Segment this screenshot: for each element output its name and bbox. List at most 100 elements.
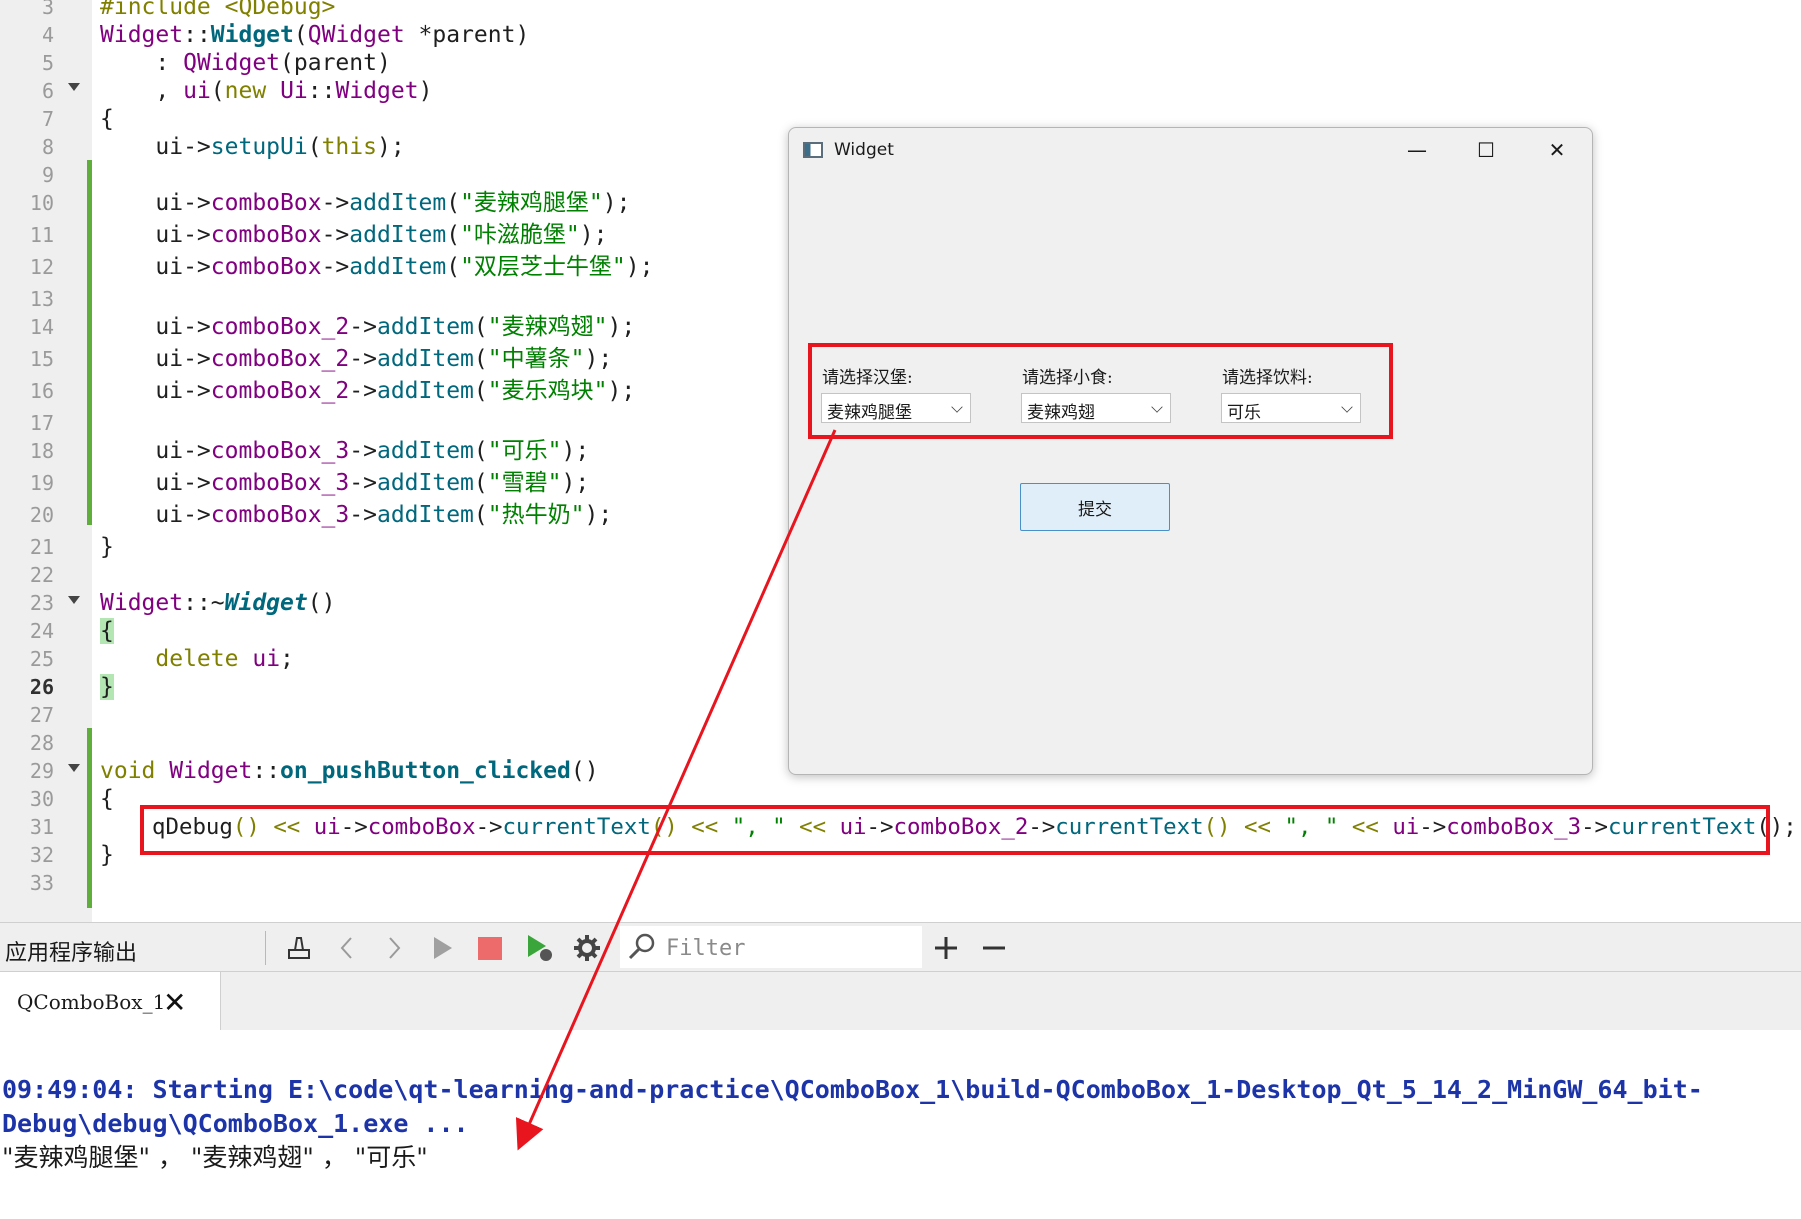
code-token: addItem bbox=[376, 346, 474, 372]
code-token: comboBox bbox=[210, 254, 322, 280]
code-token: -> bbox=[349, 346, 377, 372]
app-window-icon bbox=[803, 142, 823, 158]
code-token: { bbox=[100, 786, 114, 812]
run-icon[interactable] bbox=[425, 931, 459, 965]
close-icon[interactable]: ✕ bbox=[1535, 134, 1579, 166]
code-token: Widget bbox=[210, 22, 294, 48]
code-token: { bbox=[100, 618, 114, 644]
line-number: 27 bbox=[29, 703, 54, 727]
next-icon[interactable] bbox=[377, 931, 411, 965]
code-line: : QWidget(parent) bbox=[100, 49, 390, 77]
code-line: { bbox=[100, 617, 114, 645]
filter-box[interactable] bbox=[620, 926, 922, 968]
fold-arrow-icon[interactable] bbox=[68, 596, 80, 604]
fold-arrow-icon[interactable] bbox=[68, 83, 80, 91]
code-line: } bbox=[100, 841, 114, 869]
code-token: on_pushButton_clicked bbox=[280, 758, 571, 784]
code-token: ui-> bbox=[100, 222, 211, 248]
fold-arrow-icon[interactable] bbox=[68, 764, 80, 772]
debug-run-icon[interactable] bbox=[522, 931, 556, 965]
code-line: { bbox=[100, 785, 114, 813]
code-token: ); bbox=[584, 502, 613, 528]
output-toolbar: 应用程序输出 bbox=[0, 922, 1801, 972]
code-line: , ui(new Ui::Widget) bbox=[100, 77, 432, 105]
code-area[interactable]: #include <QDebug> Widget::Widget(QWidget… bbox=[100, 0, 1797, 869]
maximize-icon[interactable]: ☐ bbox=[1464, 134, 1508, 166]
code-token: QWidget bbox=[307, 22, 405, 48]
code-token: addItem bbox=[349, 222, 447, 248]
code-token: ); bbox=[376, 134, 405, 160]
output-start-line: Debug\debug\QComboBox_1.exe ... bbox=[2, 1109, 469, 1138]
code-token: , bbox=[100, 78, 184, 104]
settings-icon[interactable] bbox=[570, 931, 604, 965]
code-token: Widget bbox=[335, 78, 419, 104]
output-console[interactable]: 09:49:04: Starting E:\code\qt-learning-a… bbox=[0, 1030, 1801, 1219]
code-token: ui-> bbox=[100, 502, 211, 528]
window-titlebar[interactable]: Widget — ☐ ✕ bbox=[789, 128, 1592, 172]
code-token: ( bbox=[473, 470, 488, 496]
submit-button[interactable]: 提交 bbox=[1020, 483, 1170, 531]
code-token: ui-> bbox=[100, 378, 211, 404]
code-token: ) bbox=[418, 78, 433, 104]
line-number: 23 bbox=[29, 591, 54, 615]
line-number: 7 bbox=[41, 107, 54, 131]
line-number: 28 bbox=[29, 731, 54, 755]
toolbar-separator bbox=[265, 931, 266, 965]
line-number: 29 bbox=[29, 759, 54, 783]
line-number: 9 bbox=[41, 163, 54, 187]
code-token: comboBox_3 bbox=[210, 502, 350, 528]
code-token: } bbox=[100, 842, 114, 868]
code-token: ( bbox=[446, 190, 461, 216]
remove-icon[interactable] bbox=[977, 931, 1011, 965]
code-token: setupUi bbox=[210, 134, 308, 160]
code-token: void bbox=[100, 758, 156, 784]
code-token: ui-> bbox=[100, 254, 211, 280]
tab-qcombobox[interactable]: QComboBox_1 ✕ bbox=[0, 972, 221, 1032]
code-line: ui->comboBox->addItem("咔滋脆堡"); bbox=[100, 221, 607, 249]
highlight-box-comboboxes bbox=[808, 343, 1393, 439]
line-number: 13 bbox=[29, 287, 54, 311]
change-marker bbox=[87, 160, 92, 525]
code-token: QWidget bbox=[183, 50, 281, 76]
line-number: 22 bbox=[29, 563, 54, 587]
code-token: -> bbox=[321, 190, 350, 216]
add-icon[interactable] bbox=[929, 931, 963, 965]
prev-icon[interactable] bbox=[330, 931, 364, 965]
clean-icon[interactable] bbox=[282, 931, 316, 965]
code-token: Widget bbox=[100, 590, 184, 616]
code-token: } bbox=[100, 534, 114, 560]
code-token: ui-> bbox=[100, 470, 211, 496]
code-line: ui->comboBox->addItem("麦辣鸡腿堡"); bbox=[100, 189, 630, 217]
code-token: ( bbox=[446, 254, 461, 280]
close-tab-icon[interactable]: ✕ bbox=[163, 986, 186, 1019]
code-token: comboBox_2 bbox=[210, 314, 350, 340]
window-title: Widget bbox=[834, 140, 894, 160]
filter-input[interactable] bbox=[664, 930, 918, 966]
code-token: -> bbox=[349, 314, 377, 340]
line-number: 18 bbox=[29, 439, 54, 463]
line-number: 10 bbox=[29, 191, 54, 215]
code-token: "麦辣鸡腿堡" bbox=[460, 190, 603, 216]
output-start-line: 09:49:04: Starting E:\code\qt-learning-a… bbox=[2, 1075, 1703, 1104]
line-number: 12 bbox=[29, 255, 54, 279]
code-line: ui->comboBox_2->addItem("麦乐鸡块"); bbox=[100, 377, 635, 405]
line-number: 4 bbox=[41, 23, 54, 47]
code-token: addItem bbox=[376, 470, 474, 496]
code-token: Widget bbox=[224, 590, 308, 616]
code-line: Widget::Widget(QWidget *parent) bbox=[100, 21, 529, 49]
stop-icon[interactable] bbox=[473, 931, 507, 965]
code-token: ); bbox=[561, 470, 590, 496]
code-token: comboBox_3 bbox=[210, 438, 350, 464]
code-token: comboBox_2 bbox=[210, 378, 350, 404]
code-token: ( bbox=[473, 346, 488, 372]
code-token: -> bbox=[349, 470, 377, 496]
line-number: 32 bbox=[29, 843, 54, 867]
line-number: 8 bbox=[41, 135, 54, 159]
code-token: addItem bbox=[376, 378, 474, 404]
minimize-icon[interactable]: — bbox=[1395, 134, 1439, 166]
code-token: ui-> bbox=[100, 190, 211, 216]
code-token: ( bbox=[210, 78, 225, 104]
code-token: addItem bbox=[349, 190, 447, 216]
widget-window[interactable]: Widget — ☐ ✕ 请选择汉堡: 麦辣鸡腿堡 请选择小食: 麦辣鸡翅 请选… bbox=[788, 127, 1593, 775]
code-token: ); bbox=[607, 378, 636, 404]
